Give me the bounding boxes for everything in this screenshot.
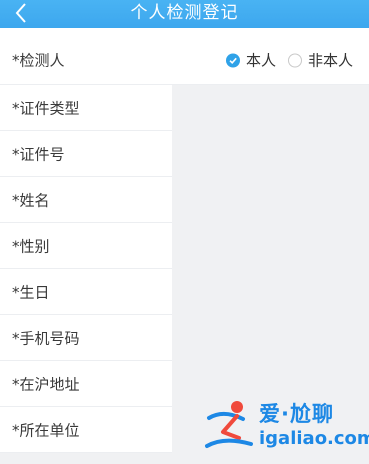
radio-label-other: 非本人 [307,51,353,70]
radio-label-self: 本人 [245,51,276,70]
field-label-name: *姓名 [12,191,50,209]
field-label-address: *在沪地址 [12,375,80,393]
watermark-logo-icon [205,401,253,448]
form-row-phone[interactable]: *手机号码 [0,315,172,361]
radio-unchecked-icon[interactable] [287,53,302,67]
field-label-tester: *检测人 [12,51,65,70]
form-row-gender[interactable]: *性别 [0,223,172,269]
watermark-text-cn: 爱·尬聊 [259,402,334,426]
form-row-employer[interactable]: *所在单位 [0,407,172,453]
form-row-id-type[interactable]: *证件类型 [0,85,172,131]
radio-checked-icon[interactable] [225,53,240,67]
field-label-gender: *性别 [12,237,50,255]
tester-radio-group: 本人 非本人 [216,50,355,71]
radio-option-self[interactable]: 本人 [225,50,278,71]
page-title: 个人检测登记 [130,3,239,23]
form-row-address[interactable]: *在沪地址 [0,361,172,407]
field-label-id-number: *证件号 [12,145,65,163]
field-label-id-type: *证件类型 [12,99,80,117]
registration-form: *检测人 本人 非本人 *证件类型 *证件号 *姓名 *性别 *生日 *手机号码 [0,28,369,453]
form-row-tester: *检测人 本人 非本人 [0,28,369,85]
radio-option-other[interactable]: 非本人 [287,50,355,71]
form-row-name[interactable]: *姓名 [0,177,172,223]
watermark: 爱·尬聊 igaliao.com [203,394,369,456]
watermark-text-en: igaliao.com [259,428,369,449]
form-row-birthday[interactable]: *生日 [0,269,172,315]
header-bar: 个人检测登记 [0,0,369,28]
field-label-employer: *所在单位 [12,421,80,439]
field-label-birthday: *生日 [12,283,50,301]
form-row-id-number[interactable]: *证件号 [0,131,172,177]
field-label-phone: *手机号码 [12,329,80,347]
